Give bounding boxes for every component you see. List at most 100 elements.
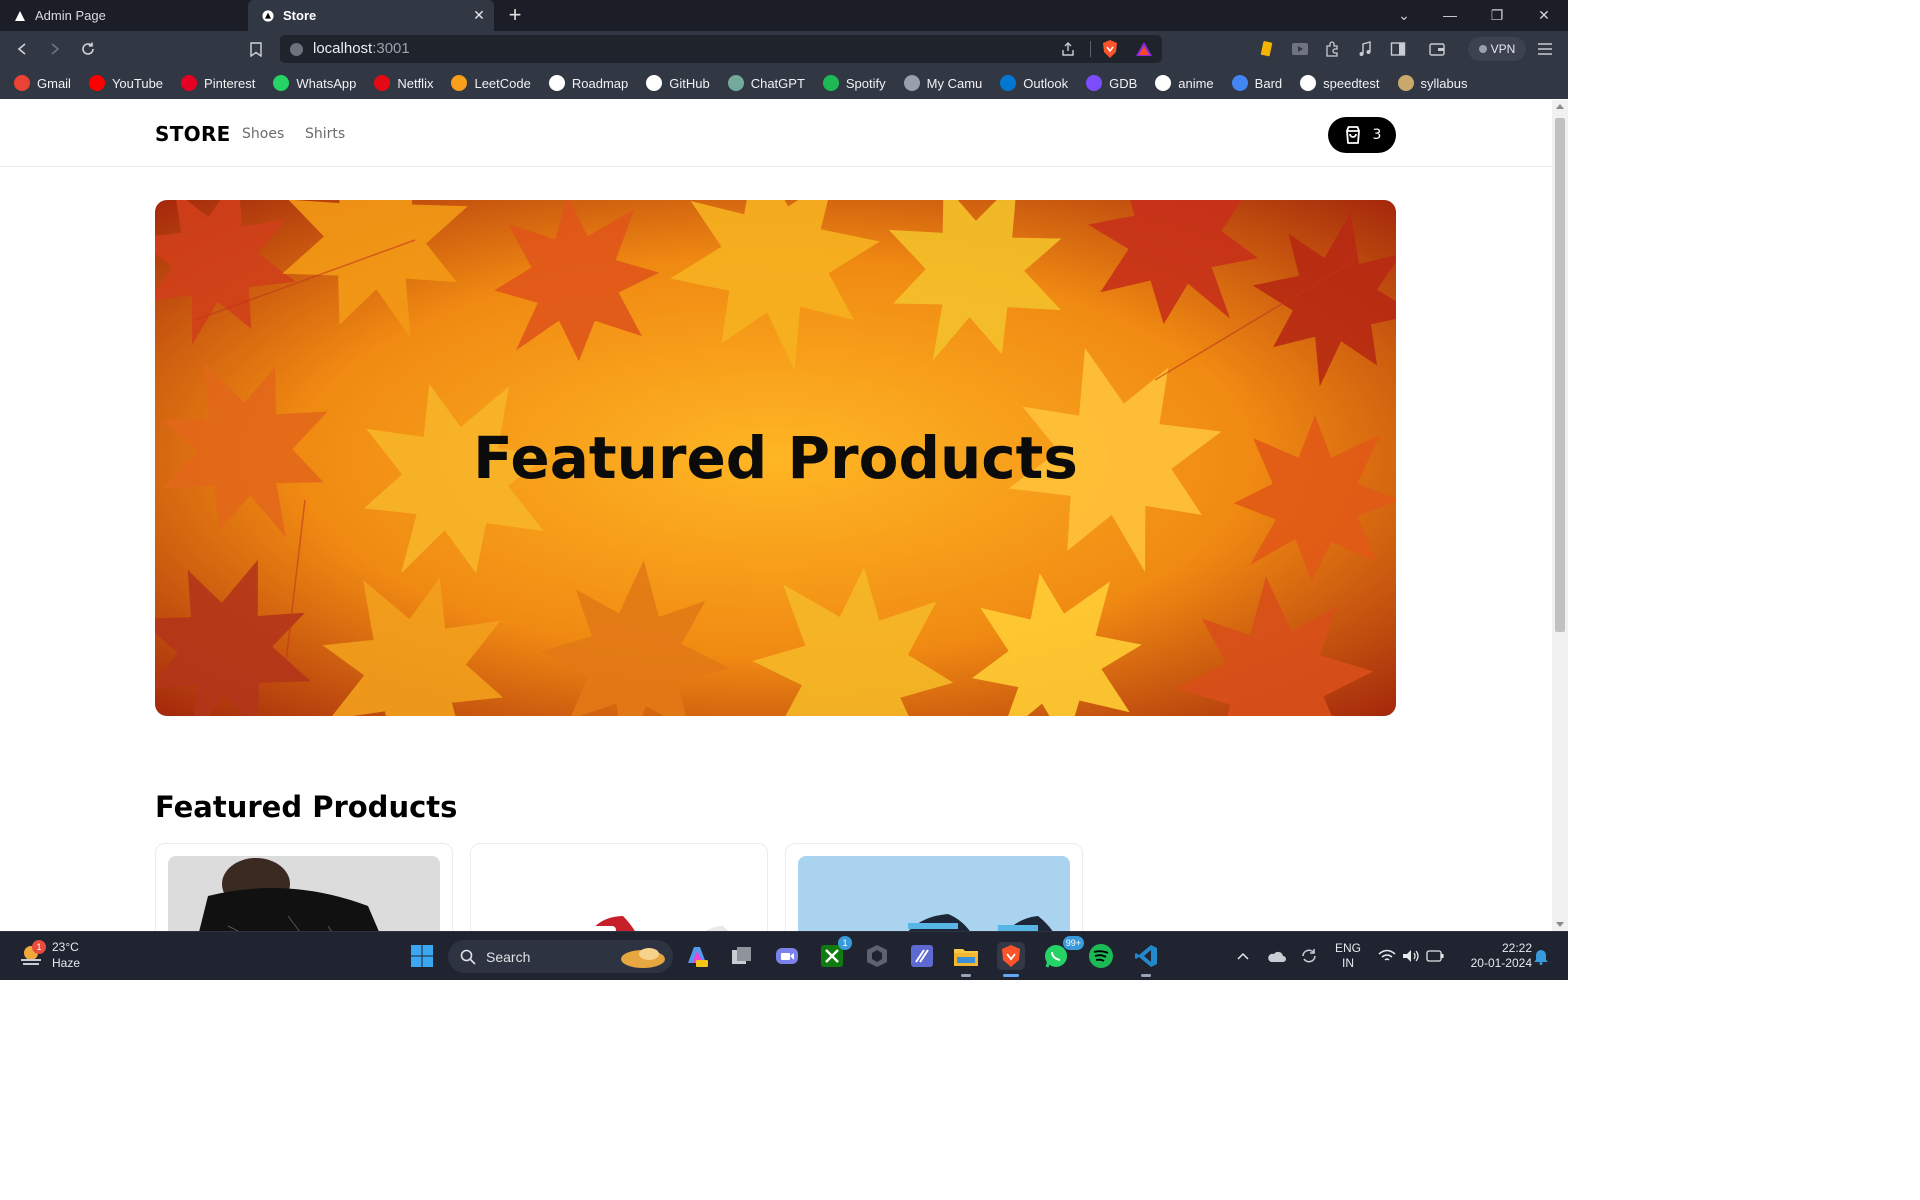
bookmark-label: GDB bbox=[1109, 75, 1138, 91]
search-highlight-icon bbox=[621, 947, 665, 968]
minimize-button[interactable]: — bbox=[1438, 4, 1462, 26]
bookmark-label: anime bbox=[1178, 75, 1214, 91]
linear-app-icon[interactable] bbox=[908, 942, 936, 970]
bookmark-roadmap[interactable]: Roadmap bbox=[548, 71, 628, 95]
forward-button[interactable] bbox=[43, 37, 67, 61]
battery-icon[interactable] bbox=[1421, 942, 1449, 970]
bookmark-outlook[interactable]: Outlook bbox=[1000, 71, 1068, 95]
address-bar[interactable]: localhost:3001 bbox=[280, 35, 1162, 63]
windows-start-icon[interactable] bbox=[408, 942, 436, 970]
back-button[interactable] bbox=[10, 37, 34, 61]
wallet-extension-icon[interactable] bbox=[1258, 39, 1278, 59]
bookmark-github[interactable]: GitHub bbox=[646, 71, 710, 95]
bookmark-anime[interactable]: anime bbox=[1155, 71, 1214, 95]
bookmark-leetcode[interactable]: LeetCode bbox=[451, 71, 531, 95]
page-scrollbar[interactable] bbox=[1552, 100, 1568, 931]
onedrive-cloud-icon[interactable] bbox=[1262, 942, 1290, 970]
brave-rewards-icon[interactable] bbox=[1134, 39, 1154, 59]
close-tab-icon[interactable]: ✕ bbox=[472, 8, 486, 22]
scroll-thumb[interactable] bbox=[1555, 118, 1565, 632]
notification-bell-icon[interactable] bbox=[1527, 942, 1555, 970]
bookmark-my-camu[interactable]: My Camu bbox=[903, 71, 982, 95]
product-card[interactable] bbox=[785, 843, 1083, 931]
sidebar-icon[interactable] bbox=[1388, 39, 1408, 59]
task-view-icon[interactable] bbox=[728, 942, 756, 970]
hero-title: Featured Products bbox=[473, 424, 1078, 492]
bookmark-label: Outlook bbox=[1023, 75, 1069, 91]
shopping-bag-icon bbox=[1345, 126, 1360, 144]
cart-button[interactable]: 3 bbox=[1328, 117, 1396, 153]
tab-search-chevron-icon[interactable]: ⌄ bbox=[1392, 4, 1416, 26]
bookmark-spotify[interactable]: Spotify bbox=[822, 71, 886, 95]
file-explorer-icon[interactable] bbox=[952, 942, 980, 970]
bookmark-chatgpt[interactable]: ChatGPT bbox=[727, 71, 805, 95]
whatsapp-icon[interactable]: 99+ bbox=[1042, 936, 1084, 970]
product-card[interactable] bbox=[470, 843, 768, 931]
nav-link-shoes[interactable]: Shoes bbox=[242, 126, 284, 142]
video-extension-icon[interactable] bbox=[1290, 39, 1310, 59]
tab-admin-page[interactable]: Admin Page bbox=[0, 0, 248, 31]
brave-running-indicator bbox=[1003, 974, 1019, 977]
bookmark-syllabus[interactable]: syllabus bbox=[1397, 71, 1468, 95]
page-viewport: STORE Shoes Shirts 3 Featured Products F… bbox=[0, 100, 1552, 931]
tab-title: Store bbox=[283, 8, 317, 23]
bookmark-label: syllabus bbox=[1420, 75, 1468, 91]
nav-link-shirts[interactable]: Shirts bbox=[305, 126, 345, 142]
scroll-up-icon[interactable] bbox=[1556, 104, 1564, 109]
bookmarks-bar: Gmail YouTube Pinterest WhatsApp Netflix Leet… bbox=[0, 67, 1568, 99]
bookmark-whatsapp[interactable]: WhatsApp bbox=[273, 71, 356, 95]
clock[interactable]: 22:22 20-01-2024 bbox=[1452, 941, 1532, 971]
bookmark-label: YouTube bbox=[111, 75, 164, 91]
sync-icon[interactable] bbox=[1295, 942, 1323, 970]
restore-button[interactable]: ❐ bbox=[1485, 4, 1509, 26]
brave-shields-icon[interactable] bbox=[1100, 39, 1120, 59]
product-image-red-sneakers bbox=[483, 856, 755, 931]
reload-button[interactable] bbox=[76, 37, 100, 61]
netflix-icon bbox=[374, 75, 391, 91]
taskbar-search[interactable]: Search bbox=[448, 940, 673, 973]
bookmark-label: Netflix bbox=[397, 75, 434, 91]
product-card[interactable] bbox=[155, 843, 453, 931]
copilot-preview-icon[interactable] bbox=[683, 942, 711, 970]
bookmark-pinterest[interactable]: Pinterest bbox=[181, 71, 255, 95]
bookmark-label: ChatGPT bbox=[750, 75, 805, 91]
gdb-icon bbox=[1086, 75, 1103, 91]
bookmark-label: Spotify bbox=[845, 75, 886, 91]
bookmark-youtube[interactable]: YouTube bbox=[88, 71, 164, 95]
bookmark-bard[interactable]: Bard bbox=[1231, 71, 1282, 95]
music-note-icon[interactable] bbox=[1355, 39, 1375, 59]
xbox-icon[interactable]: 1 bbox=[818, 936, 852, 970]
tab-store[interactable]: Store ✕ bbox=[248, 0, 494, 31]
extensions-puzzle-icon[interactable] bbox=[1322, 39, 1342, 59]
bookmark-speedtest[interactable]: speedtest bbox=[1300, 71, 1380, 95]
nextjs-tab-icon bbox=[14, 10, 26, 22]
language-indicator[interactable]: ENG IN bbox=[1330, 941, 1366, 971]
bookmark-gdb[interactable]: GDB bbox=[1086, 71, 1137, 95]
teams-chat-icon[interactable] bbox=[773, 942, 801, 970]
brave-wallet-icon[interactable] bbox=[1427, 39, 1447, 59]
vpn-button[interactable]: VPN bbox=[1468, 37, 1526, 61]
language-code: ENG bbox=[1334, 941, 1361, 955]
weather-widget[interactable]: 1 23°C Haze bbox=[18, 939, 80, 971]
cart-count: 3 bbox=[1372, 127, 1382, 143]
bookmark-icon[interactable] bbox=[244, 37, 268, 61]
store-navbar: STORE Shoes Shirts 3 bbox=[0, 100, 1552, 167]
app-cube-icon[interactable] bbox=[863, 942, 891, 970]
menu-hamburger-icon[interactable] bbox=[1535, 39, 1555, 59]
new-tab-button[interactable]: + bbox=[505, 4, 525, 26]
site-info-icon[interactable] bbox=[290, 43, 303, 56]
bookmark-gmail[interactable]: Gmail bbox=[14, 71, 71, 95]
bookmark-netflix[interactable]: Netflix bbox=[374, 71, 433, 95]
close-window-button[interactable]: ✕ bbox=[1532, 4, 1556, 26]
hero-billboard: Featured Products bbox=[155, 200, 1396, 716]
vscode-icon[interactable] bbox=[1132, 942, 1160, 970]
tray-chevron-up-icon[interactable] bbox=[1229, 942, 1257, 970]
brave-browser-icon[interactable] bbox=[997, 942, 1025, 970]
vpn-status-icon bbox=[1478, 45, 1487, 53]
address-divider bbox=[1090, 41, 1091, 57]
share-icon[interactable] bbox=[1058, 39, 1078, 59]
store-brand-link[interactable]: STORE bbox=[155, 122, 231, 146]
scroll-down-icon[interactable] bbox=[1556, 922, 1564, 927]
spotify-icon[interactable] bbox=[1087, 942, 1115, 970]
bookmark-label: Gmail bbox=[37, 75, 71, 91]
